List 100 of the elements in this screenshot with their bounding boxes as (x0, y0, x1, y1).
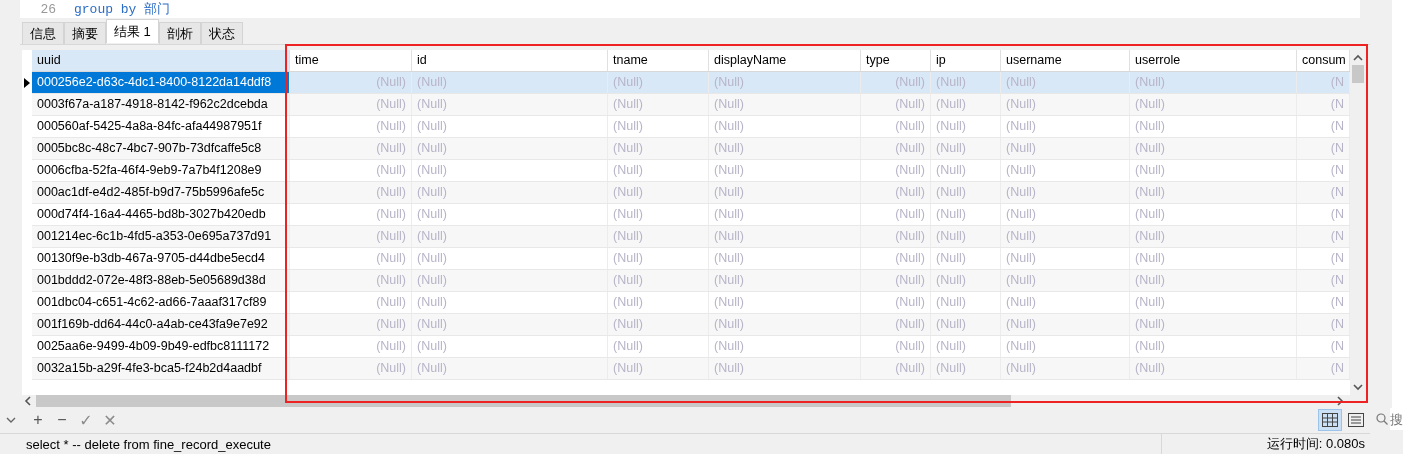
table-cell: (Null) (1001, 270, 1130, 291)
table-cell: 000d74f4-16a4-4465-bd8b-3027b420edb (32, 204, 290, 225)
table-cell: (Null) (1130, 314, 1297, 335)
column-header[interactable]: id (412, 50, 608, 71)
table-row[interactable]: 000ac1df-e4d2-485f-b9d7-75b5996afe5c (Null) (Null) (Null) (Null) (Null) (Null) (Null) (Null) (N (32, 182, 1350, 204)
table-cell: 001dbc04-c651-4c62-ad66-7aaaf317cf89 (32, 292, 290, 313)
table-cell: 000560af-5425-4a8a-84fc-afa44987951f (32, 116, 290, 137)
result-tab[interactable]: 结果 1 (106, 19, 159, 43)
column-header[interactable]: tname (608, 50, 709, 71)
table-cell: (Null) (412, 182, 608, 203)
sql-editor[interactable]: 26 group by 部门 (20, 0, 1360, 18)
table-cell: (Null) (861, 314, 931, 335)
table-row[interactable]: 0005bc8c-48c7-4bc7-907b-73dfcaffe5c8 (Null) (Null) (Null) (Null) (Null) (Null) (Null) (Null) (N (32, 138, 1350, 160)
result-tab[interactable]: 状态 (200, 22, 243, 44)
table-cell: (Null) (290, 358, 412, 379)
table-cell: (Null) (861, 270, 931, 291)
table-row[interactable]: 001214ec-6c1b-4fd5-a353-0e695a737d91 (Null) (Null) (Null) (Null) (Null) (Null) (Null) (Null) (N (32, 226, 1350, 248)
table-cell: (Null) (1130, 270, 1297, 291)
scroll-down-icon[interactable] (1353, 383, 1363, 391)
table-row[interactable]: 0032a15b-a29f-4fe3-bca5-f24b2d4aadbf (Null) (Null) (Null) (Null) (Null) (Null) (Null) (Null) (N (32, 358, 1350, 380)
table-cell: (Null) (931, 358, 1001, 379)
table-cell: (Null) (861, 336, 931, 357)
table-cell: (Null) (412, 116, 608, 137)
search-field[interactable]: 搜 (1390, 408, 1403, 430)
table-cell: (Null) (412, 336, 608, 357)
table-row[interactable]: 0003f67a-a187-4918-8142-f962c2dcebda (Null) (Null) (Null) (Null) (Null) (Null) (Null) (Null) (N (32, 94, 1350, 116)
table-cell: 0005bc8c-48c7-4bc7-907b-73dfcaffe5c8 (32, 138, 290, 159)
table-cell: (Null) (290, 182, 412, 203)
table-cell: (Null) (1001, 226, 1130, 247)
table-cell: (Null) (412, 314, 608, 335)
table-cell: 00130f9e-b3db-467a-9705-d44dbe5ecd4 (32, 248, 290, 269)
column-header[interactable]: userrole (1130, 50, 1297, 71)
scrollbar-thumb[interactable] (1352, 65, 1364, 83)
table-cell: (Null) (1130, 182, 1297, 203)
table-cell: (Null) (1130, 336, 1297, 357)
table-cell: (Null) (709, 94, 861, 115)
table-cell: (Null) (1130, 160, 1297, 181)
table-row[interactable]: 001bddd2-072e-48f3-88eb-5e05689d38d (Null) (Null) (Null) (Null) (Null) (Null) (Null) (Null) (N (32, 270, 1350, 292)
table-cell: 0032a15b-a29f-4fe3-bca5-f24b2d4aadbf (32, 358, 290, 379)
table-cell: (Null) (412, 94, 608, 115)
table-cell: (Null) (412, 270, 608, 291)
table-cell: (Null) (1001, 314, 1130, 335)
table-cell: (Null) (931, 248, 1001, 269)
column-header[interactable]: uuid (32, 50, 290, 71)
table-cell: (Null) (290, 138, 412, 159)
table-cell: (Null) (1001, 160, 1130, 181)
result-tab[interactable]: 摘要 (64, 22, 106, 44)
table-cell: (Null) (709, 138, 861, 159)
chevron-down-icon[interactable] (6, 416, 16, 424)
table-cell: (Null) (709, 204, 861, 225)
table-cell: (Null) (608, 138, 709, 159)
query-text: select * -- delete from fine_record_execute (26, 436, 272, 452)
table-cell: 001bddd2-072e-48f3-88eb-5e05689d38d (32, 270, 290, 291)
table-cell: (Null) (290, 204, 412, 225)
result-tab[interactable]: 剖析 (158, 22, 201, 44)
column-header[interactable]: displayName (709, 50, 861, 71)
table-cell: (Null) (290, 336, 412, 357)
grid-view-icon[interactable] (1318, 409, 1342, 431)
scroll-right-icon[interactable] (1336, 396, 1344, 406)
scroll-up-icon[interactable] (1353, 54, 1363, 62)
table-cell: (Null) (1130, 358, 1297, 379)
table-cell: (Null) (608, 358, 709, 379)
table-cell: (Null) (931, 94, 1001, 115)
table-cell: 000256e2-d63c-4dc1-8400-8122da14ddf8 (32, 72, 290, 93)
table-cell: (Null) (1130, 292, 1297, 313)
table-cell: (Null) (931, 138, 1001, 159)
table-cell: (Null) (709, 314, 861, 335)
column-header[interactable]: type (861, 50, 931, 71)
table-cell: (Null) (861, 94, 931, 115)
table-cell: (Null) (412, 248, 608, 269)
result-tab[interactable]: 信息 (22, 22, 64, 44)
column-header[interactable]: ip (931, 50, 1001, 71)
table-cell: (Null) (931, 182, 1001, 203)
table-cell: (Null) (861, 358, 931, 379)
table-cell: (Null) (931, 314, 1001, 335)
table-cell: (Null) (1130, 248, 1297, 269)
table-cell: (Null) (861, 116, 931, 137)
table-cell: (Null) (608, 336, 709, 357)
scroll-left-icon[interactable] (24, 396, 32, 406)
toolbar-button[interactable]: − (50, 411, 74, 429)
table-cell: (Null) (709, 182, 861, 203)
column-header[interactable]: time (290, 50, 412, 71)
table-cell: (Null) (290, 270, 412, 291)
table-cell: (Null) (931, 116, 1001, 137)
table-cell: (Null) (709, 270, 861, 291)
column-header[interactable]: username (1001, 50, 1130, 71)
table-cell: (Null) (931, 204, 1001, 225)
table-cell: (Null) (861, 292, 931, 313)
table-cell: (Null) (1130, 226, 1297, 247)
table-cell: (Null) (290, 94, 412, 115)
toolbar-button[interactable]: + (26, 411, 50, 429)
table-cell: (Null) (931, 292, 1001, 313)
table-cell: (Null) (608, 94, 709, 115)
table-cell: (Null) (861, 182, 931, 203)
table-row[interactable]: 001f169b-dd64-44c0-a4ab-ce43fa9e7e92 (Null) (Null) (Null) (Null) (Null) (Null) (Null) (Null) (N (32, 314, 1350, 336)
table-cell: (Null) (861, 204, 931, 225)
table-cell: (Null) (1001, 138, 1130, 159)
table-cell: (Null) (931, 270, 1001, 291)
table-cell: (Null) (1130, 138, 1297, 159)
table-cell: (Null) (412, 226, 608, 247)
